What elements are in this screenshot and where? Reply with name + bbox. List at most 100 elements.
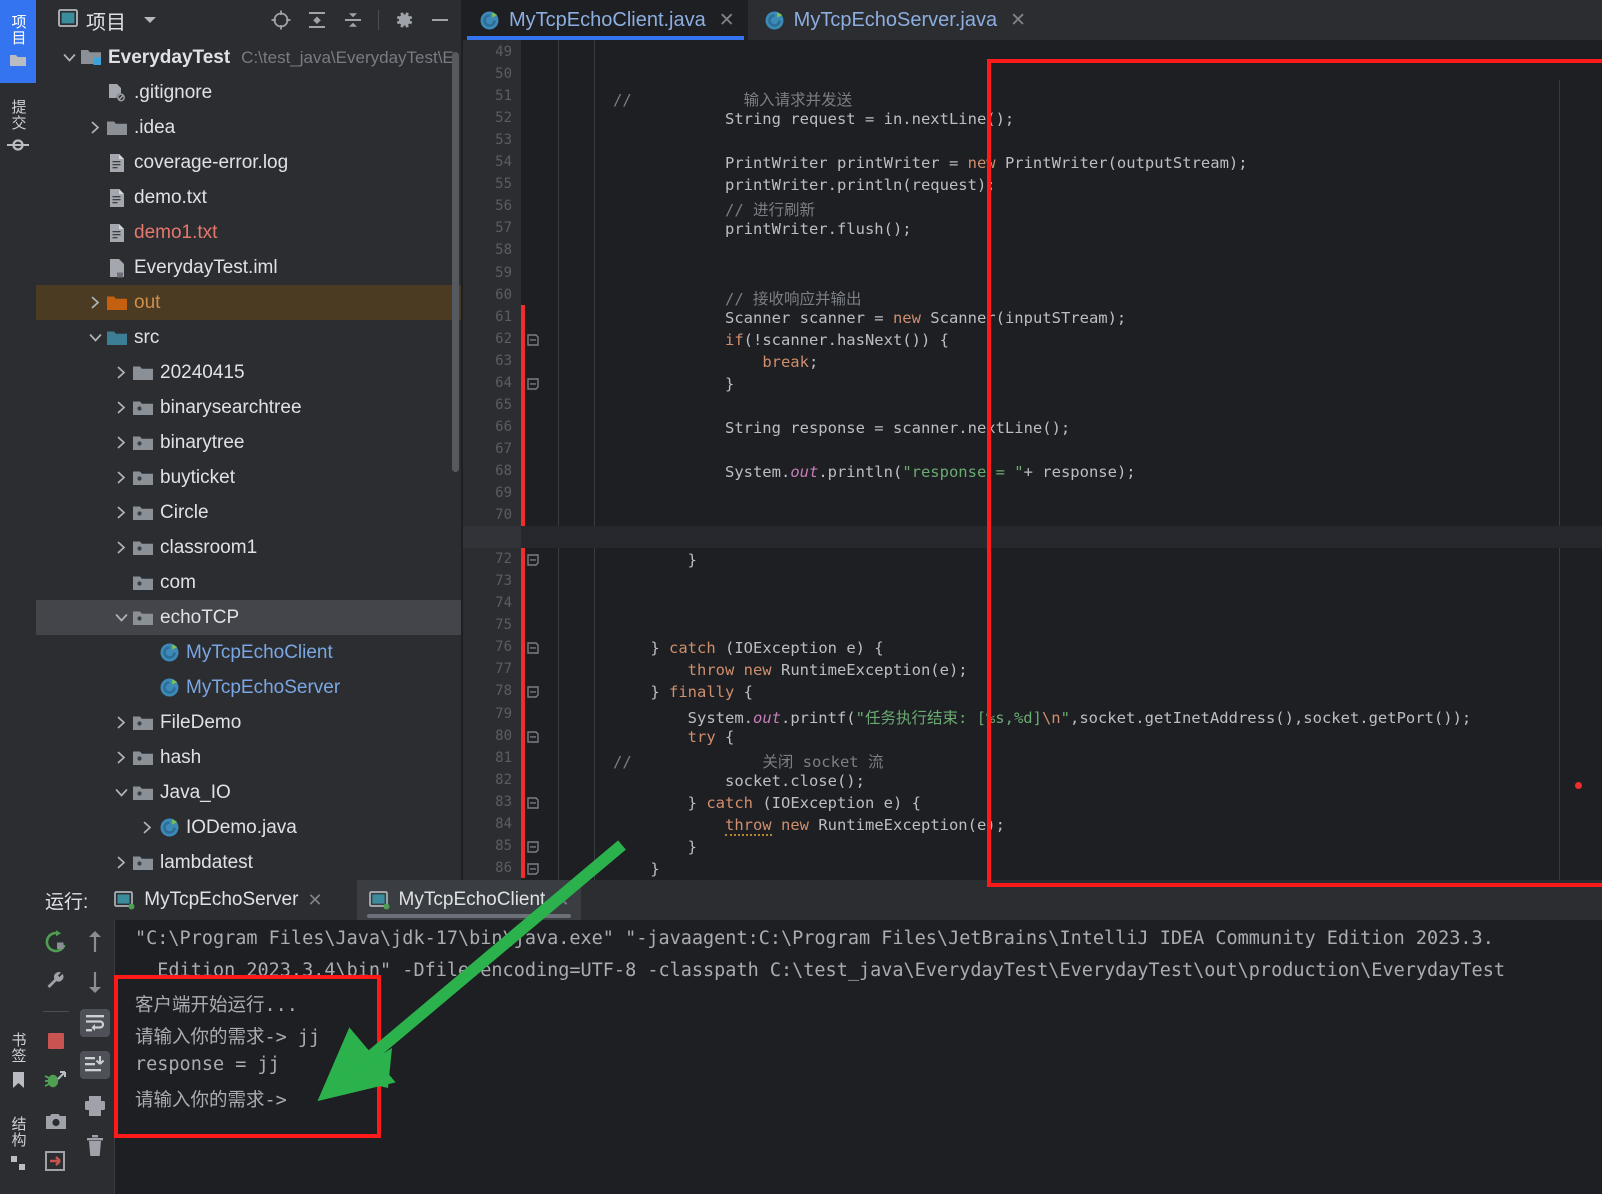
debug-icon[interactable] — [43, 1068, 69, 1094]
tree-item-iodemo-java[interactable]: IODemo.java — [36, 810, 461, 845]
rail-item-commit[interactable]: 提交 — [0, 83, 36, 163]
code-line[interactable]: } — [613, 860, 659, 878]
trash-icon[interactable] — [82, 1133, 108, 1159]
tree-item-classroom1[interactable]: classroom1 — [36, 530, 461, 565]
code-line[interactable]: Scanner scanner = new Scanner(inputSTrea… — [613, 309, 1126, 327]
tree-item-gitignore[interactable]: .gitignore — [36, 75, 461, 110]
rerun-icon[interactable] — [43, 929, 69, 955]
close-icon[interactable]: ✕ — [719, 9, 735, 32]
wrench-settings-icon[interactable] — [43, 969, 69, 995]
chevron-right-icon[interactable] — [84, 296, 106, 309]
line-number[interactable]: 54 — [495, 154, 512, 170]
code-line[interactable]: String response = scanner.nextLine(); — [613, 419, 1070, 437]
chevron-right-icon[interactable] — [110, 751, 132, 764]
tree-item-lambdatest[interactable]: lambdatest — [36, 845, 461, 880]
code-line[interactable]: } — [613, 551, 697, 569]
line-number[interactable]: 81 — [495, 750, 512, 766]
fold-close-icon[interactable] — [526, 685, 540, 699]
line-number[interactable]: 69 — [495, 485, 512, 501]
line-number[interactable]: 55 — [495, 176, 512, 192]
scroll-to-end-icon[interactable] — [79, 1051, 110, 1079]
line-number[interactable]: 85 — [495, 838, 512, 854]
print-icon[interactable] — [82, 1093, 108, 1119]
tree-item-java-io[interactable]: Java_IO — [36, 775, 461, 810]
line-number[interactable]: 49 — [495, 44, 512, 60]
line-number[interactable]: 52 — [495, 110, 512, 126]
chevron-right-icon[interactable] — [84, 121, 106, 134]
run-tab-mytcpechoclient[interactable]: MyTcpEchoClient ✕ — [356, 880, 582, 920]
chevron-right-icon[interactable] — [110, 366, 132, 379]
tree-item-demo1-txt[interactable]: demo1.txt — [36, 215, 461, 250]
expand-all-icon[interactable] — [306, 9, 328, 31]
code-line[interactable]: // 关闭 socket 流 — [613, 750, 883, 772]
line-number[interactable]: 72 — [495, 551, 512, 567]
line-number[interactable]: 83 — [495, 794, 512, 810]
chevron-right-icon[interactable] — [110, 401, 132, 414]
line-number[interactable]: 84 — [495, 816, 512, 832]
chevron-down-icon[interactable] — [58, 52, 80, 63]
fold-close-icon[interactable] — [526, 840, 540, 854]
hide-panel-icon[interactable] — [429, 9, 451, 31]
tree-item-circle[interactable]: Circle — [36, 495, 461, 530]
tree-item-mytcpechoserver[interactable]: MyTcpEchoServer — [36, 670, 461, 705]
line-number[interactable]: 79 — [495, 706, 512, 722]
error-marker-dot[interactable] — [1575, 782, 1582, 789]
line-number[interactable]: 53 — [495, 132, 512, 148]
tree-item-everydaytest-iml[interactable]: EverydayTest.iml — [36, 250, 461, 285]
line-number[interactable]: 50 — [495, 66, 512, 82]
fold-open-icon[interactable] — [526, 641, 540, 655]
fold-close-icon[interactable] — [526, 862, 540, 876]
line-number[interactable]: 65 — [495, 397, 512, 413]
close-icon[interactable]: ✕ — [554, 890, 569, 911]
tree-item-filedemo[interactable]: FileDemo — [36, 705, 461, 740]
code-line[interactable]: throw new RuntimeException(e); — [613, 661, 968, 679]
tree-item-src[interactable]: src — [36, 320, 461, 355]
code-line[interactable]: } catch (IOException e) { — [613, 794, 921, 812]
code-line[interactable]: printWriter.println(request); — [613, 176, 996, 194]
rail-item-structure[interactable]: 结构 — [0, 1110, 36, 1194]
code-line[interactable]: } — [613, 838, 697, 856]
arrow-up-icon[interactable] — [82, 929, 108, 955]
code-line[interactable]: if(!scanner.hasNext()) { — [613, 331, 949, 349]
line-number[interactable]: 60 — [495, 287, 512, 303]
project-tree-scrollbar[interactable] — [452, 52, 459, 472]
code-line[interactable]: } — [613, 375, 734, 393]
chevron-right-icon[interactable] — [110, 716, 132, 729]
line-number[interactable]: 63 — [495, 353, 512, 369]
chevron-right-icon[interactable] — [110, 541, 132, 554]
camera-snapshot-icon[interactable] — [43, 1108, 69, 1134]
fold-open-icon[interactable] — [526, 333, 540, 347]
chevron-right-icon[interactable] — [110, 436, 132, 449]
tree-item-out[interactable]: out — [36, 285, 461, 320]
fold-close-icon[interactable] — [526, 553, 540, 567]
line-number[interactable]: 77 — [495, 661, 512, 677]
tree-item-echotcp[interactable]: echoTCP — [36, 600, 461, 635]
stop-icon[interactable] — [43, 1028, 69, 1054]
chevron-right-icon[interactable] — [136, 821, 158, 834]
chevron-down-icon[interactable] — [110, 612, 132, 623]
chevron-down-icon[interactable] — [144, 17, 156, 23]
line-number[interactable]: 56 — [495, 198, 512, 214]
line-number[interactable]: 73 — [495, 573, 512, 589]
line-number[interactable]: 51 — [495, 88, 512, 104]
line-number[interactable]: 62 — [495, 331, 512, 347]
line-number[interactable]: 70 — [495, 507, 512, 523]
line-number[interactable]: 80 — [495, 728, 512, 744]
chevron-right-icon[interactable] — [110, 471, 132, 484]
chevron-right-icon[interactable] — [110, 506, 132, 519]
code-line[interactable]: } catch (IOException e) { — [613, 639, 883, 657]
code-line[interactable]: break; — [613, 353, 818, 371]
code-line[interactable]: // 进行刷新 — [613, 198, 815, 220]
collapse-all-icon[interactable] — [342, 9, 364, 31]
line-number[interactable]: 78 — [495, 683, 512, 699]
code-line[interactable]: try { — [613, 728, 735, 746]
arrow-down-icon[interactable] — [82, 969, 108, 995]
tree-item-coverage-error-log[interactable]: coverage-error.log — [36, 145, 461, 180]
code-editor[interactable]: 49 50 51 52 53 54 55 56 57 58 59 60 61 62 63 64 65 66 67 68… — [463, 40, 1602, 880]
close-icon[interactable]: ✕ — [307, 890, 322, 911]
editor-gutter[interactable]: 49 50 51 52 53 54 55 56 57 58 59 60 61 62 63 64 65 66 67 68… — [463, 40, 521, 880]
soft-wrap-icon[interactable] — [79, 1009, 110, 1037]
chevron-right-icon[interactable] — [110, 856, 132, 869]
line-number[interactable]: 68 — [495, 463, 512, 479]
line-number[interactable]: 57 — [495, 220, 512, 236]
